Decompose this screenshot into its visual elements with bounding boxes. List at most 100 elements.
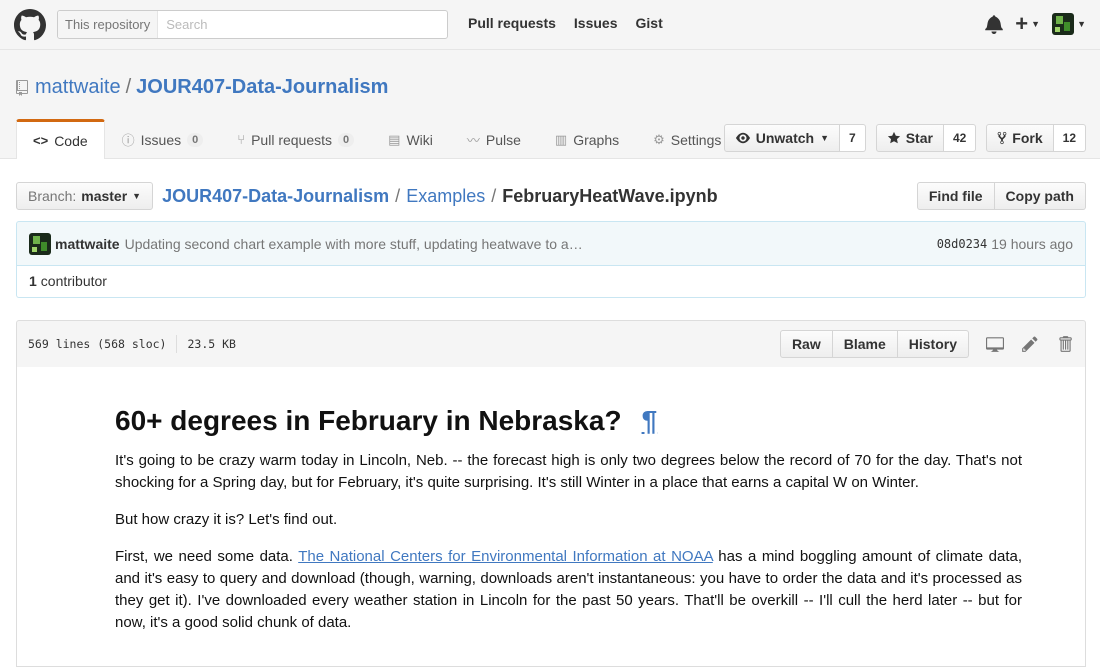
- breadcrumb-filename: FebruaryHeatWave.ipynb: [502, 185, 718, 206]
- file-navigation: Branch: master ▼ JOUR407-Data-Journalism…: [16, 181, 1086, 211]
- tab-graphs[interactable]: ▥ Graphs: [538, 119, 636, 159]
- desktop-icon[interactable]: [986, 335, 1004, 353]
- branch-select-button[interactable]: Branch: master ▼: [16, 182, 154, 210]
- divider: [176, 335, 178, 353]
- gear-icon: ⚙: [653, 131, 665, 147]
- nav-gist[interactable]: Gist: [636, 15, 663, 31]
- branch-prefix: Branch:: [28, 188, 77, 204]
- watch-group: Unwatch ▼ 7: [723, 124, 866, 152]
- find-file-button[interactable]: Find file: [916, 182, 995, 210]
- graph-icon: ▥: [554, 131, 568, 147]
- forks-count[interactable]: 12: [1053, 124, 1086, 152]
- contributors-label: contributor: [40, 273, 107, 289]
- plus-icon: +: [1015, 11, 1029, 36]
- tab-pull-requests[interactable]: ⑂ Pull requests 0: [220, 119, 371, 159]
- history-button[interactable]: History: [897, 330, 969, 358]
- repo-name-link[interactable]: JOUR407-Data-Journalism: [136, 76, 388, 99]
- tab-pulse[interactable]: 〰 Pulse: [450, 119, 538, 159]
- search-box: This repository: [57, 10, 448, 39]
- fork-group: Fork 12: [986, 124, 1086, 152]
- bell-icon[interactable]: [985, 14, 1004, 34]
- tab-label: Graphs: [573, 131, 620, 148]
- tab-label: Issues: [140, 131, 182, 148]
- search-input[interactable]: [158, 11, 447, 38]
- repo-icon: [16, 79, 28, 96]
- star-group: Star 42: [875, 124, 977, 152]
- noaa-link[interactable]: The National Centers for Environmental I…: [298, 548, 713, 565]
- header-nav: Pull requests Issues Gist: [468, 15, 663, 31]
- path-separator: /: [395, 185, 401, 206]
- tab-label: Settings: [670, 131, 722, 148]
- star-icon: [887, 131, 900, 144]
- breadcrumb-repo-link[interactable]: JOUR407-Data-Journalism: [162, 186, 389, 207]
- file-nav-actions: Find file Copy path: [916, 182, 1086, 210]
- fork-icon: [997, 131, 1007, 145]
- copy-path-button[interactable]: Copy path: [994, 182, 1086, 210]
- blame-button[interactable]: Blame: [832, 330, 898, 358]
- create-new-menu[interactable]: + ▼: [1015, 11, 1041, 36]
- watchers-count[interactable]: 7: [840, 124, 866, 152]
- nav-pull-requests[interactable]: Pull requests: [468, 15, 556, 31]
- issues-counter: 0: [187, 132, 204, 147]
- commit-meta: 08d0234 19 hours ago: [937, 236, 1073, 252]
- star-label: Star: [905, 130, 933, 146]
- star-button[interactable]: Star: [875, 124, 944, 152]
- nav-issues[interactable]: Issues: [574, 15, 618, 31]
- repo-actions: Unwatch ▼ 7 Star 42 Fork 12: [723, 124, 1086, 152]
- tab-issues[interactable]: ⓘ Issues 0: [105, 119, 221, 159]
- commit-time: 19 hours ago: [991, 235, 1073, 252]
- site-header: This repository Pull requests Issues Gis…: [0, 0, 1100, 50]
- unwatch-button[interactable]: Unwatch ▼: [723, 124, 841, 152]
- paragraph-text: First, we need some data.: [115, 548, 299, 565]
- path-separator: /: [491, 185, 497, 206]
- breadcrumb: JOUR407-Data-Journalism / Examples / Feb…: [162, 186, 718, 207]
- pull-request-icon: ⑂: [237, 132, 246, 147]
- commit-tease: mattwaite Updating second chart example …: [16, 221, 1086, 266]
- tab-wiki[interactable]: ▤ Wiki: [371, 119, 450, 159]
- file-header: 569 lines (568 sloc) 23.5 KB Raw Blame H…: [16, 320, 1086, 368]
- content-heading: 60+ degrees in February in Nebraska? ¶: [115, 404, 1022, 438]
- paragraph-2: But how crazy it is? Let's find out.: [115, 511, 338, 528]
- breadcrumb-dir-link[interactable]: Examples: [406, 186, 485, 207]
- pulse-icon: 〰: [466, 133, 480, 148]
- repo-nav-tabs: <> Code ⓘ Issues 0 ⑂ Pull requests 0 ▤ W…: [16, 119, 738, 159]
- github-logo-icon[interactable]: [14, 9, 46, 41]
- file-lines: 569 lines (568 sloc): [28, 337, 167, 351]
- fork-button[interactable]: Fork: [986, 124, 1054, 152]
- stargazers-count[interactable]: 42: [943, 124, 977, 152]
- contributors-bar[interactable]: 1 contributor: [16, 265, 1086, 298]
- file-actions: Raw Blame History: [779, 330, 1074, 358]
- search-scope-label: This repository: [58, 11, 159, 38]
- repo-title: mattwaite / JOUR407-Data-Journalism: [16, 76, 388, 99]
- tab-settings[interactable]: ⚙ Settings: [636, 119, 738, 159]
- tab-code[interactable]: <> Code: [16, 119, 105, 159]
- chevron-down-icon: ▼: [1031, 19, 1041, 29]
- commit-sha-link[interactable]: 08d0234: [937, 237, 988, 251]
- tab-label: Pull requests: [251, 131, 333, 148]
- commit-message-link[interactable]: Updating second chart example with more …: [125, 236, 583, 252]
- repo-owner-link[interactable]: mattwaite: [35, 76, 121, 99]
- user-menu[interactable]: ▼: [1052, 13, 1086, 35]
- paragraph-1: It's going to be crazy warm today in Lin…: [115, 452, 1022, 491]
- file-content: 60+ degrees in February in Nebraska? ¶ I…: [16, 367, 1086, 667]
- paragraph-3: First, we need some data. The National C…: [115, 546, 1022, 634]
- pencil-icon[interactable]: [1021, 335, 1039, 353]
- avatar[interactable]: [29, 232, 51, 255]
- branch-name: master: [81, 188, 128, 204]
- fork-label: Fork: [1012, 130, 1043, 146]
- issue-icon: ⓘ: [121, 133, 135, 148]
- trash-icon[interactable]: [1056, 335, 1074, 353]
- contributors-count: 1: [29, 273, 37, 289]
- header-actions: + ▼ ▼: [985, 13, 1086, 35]
- tab-label: Pulse: [485, 131, 521, 148]
- raw-button[interactable]: Raw: [779, 330, 833, 358]
- file-size: 23.5 KB: [187, 337, 236, 351]
- commit-author-link[interactable]: mattwaite: [55, 236, 120, 252]
- file-info: 569 lines (568 sloc) 23.5 KB: [28, 335, 236, 353]
- tab-label: Code: [54, 132, 88, 149]
- anchor-link[interactable]: ¶: [642, 404, 658, 438]
- path-separator: /: [125, 76, 132, 98]
- chevron-down-icon: ▼: [1077, 19, 1086, 29]
- repo-header: mattwaite / JOUR407-Data-Journalism Unwa…: [0, 50, 1100, 159]
- chevron-down-icon: ▼: [820, 133, 830, 143]
